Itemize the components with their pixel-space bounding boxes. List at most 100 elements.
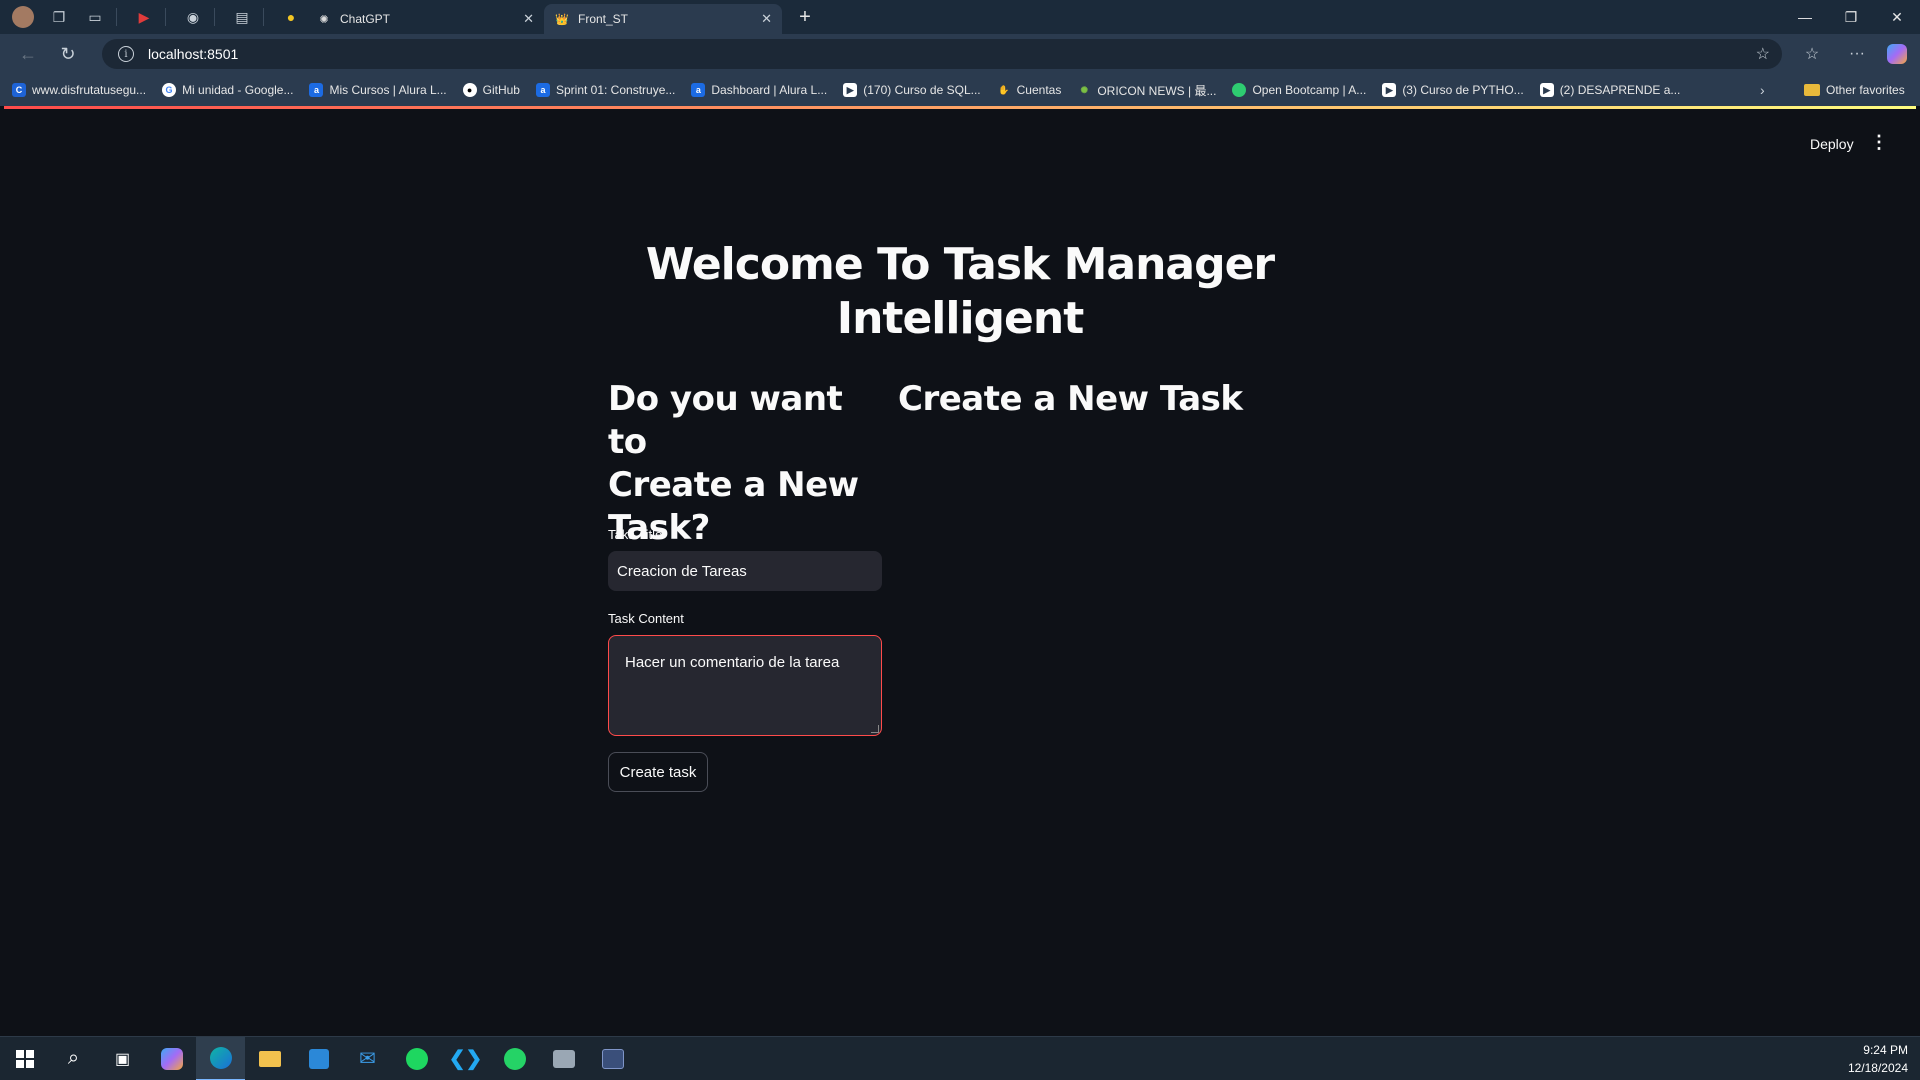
youtube-icon: ▶ <box>1539 83 1554 97</box>
tab-front-st[interactable]: 👑 Front_ST ✕ <box>544 4 782 34</box>
tab-separator <box>214 8 215 26</box>
bookmark-label: (170) Curso de SQL... <box>863 83 981 97</box>
file-explorer-icon[interactable] <box>245 1037 294 1080</box>
alura-icon: a <box>535 83 550 97</box>
close-tab-icon[interactable]: ✕ <box>761 11 772 27</box>
tab-separator <box>116 8 117 26</box>
favorite-star-icon[interactable]: ☆ <box>1756 44 1770 64</box>
bookmark-label: www.disfrutatusegu... <box>32 83 147 97</box>
alura-icon: a <box>309 83 324 97</box>
openbootcamp-icon <box>1232 83 1247 97</box>
clock-time: 9:24 PM <box>1863 1043 1908 1057</box>
spotify-icon[interactable] <box>392 1037 441 1080</box>
copilot-icon[interactable] <box>1880 38 1914 70</box>
terminal-app-icon[interactable] <box>588 1037 637 1080</box>
bookmark-item[interactable]: Open Bootcamp | A... <box>1232 83 1366 97</box>
more-options-icon[interactable]: ··· <box>1840 38 1874 70</box>
hand-icon: ✋ <box>998 84 1010 95</box>
right-column-heading: Create a New Task <box>898 379 1243 419</box>
google-icon: G <box>162 83 177 97</box>
header-decoration-bar <box>4 106 1916 109</box>
url-text[interactable]: localhost:8501 <box>148 46 238 62</box>
bookmark-label: Mi unidad - Google... <box>182 83 294 97</box>
whatsapp-icon[interactable] <box>490 1037 539 1080</box>
left-heading-line-1: Do you want to <box>608 379 843 462</box>
close-window-button[interactable]: ✕ <box>1874 0 1920 34</box>
folder-icon <box>1804 84 1820 96</box>
workspaces-icon[interactable]: ❐ <box>44 3 74 31</box>
bookmark-item[interactable]: ▶ (2) DESAPRENDE a... <box>1539 83 1680 97</box>
bookmark-item[interactable]: Cwww.disfrutatusegu... <box>12 83 146 97</box>
pinned-tab-github-icon[interactable]: ◉ <box>178 3 208 31</box>
bookmark-item[interactable]: ● GitHub <box>462 83 520 97</box>
other-favorites-label: Other favorites <box>1826 83 1905 97</box>
profile-avatar-icon[interactable] <box>8 3 38 31</box>
chatgpt-icon: ✺ <box>319 13 329 26</box>
bookmark-label: Dashboard | Alura L... <box>711 83 828 97</box>
mail-icon[interactable]: ✉ <box>343 1037 392 1080</box>
pinned-tab-emoji-icon[interactable]: ● <box>276 3 306 31</box>
system-clock[interactable]: 9:24 PM 12/18/2024 <box>1848 1041 1908 1077</box>
copilot-taskbar-icon[interactable] <box>147 1037 196 1080</box>
address-bar[interactable]: i localhost:8501 ☆ <box>102 39 1782 69</box>
bookmark-item[interactable]: G Mi unidad - Google... <box>162 83 293 97</box>
page-title: Welcome To Task Manager Intelligent <box>0 238 1920 346</box>
resize-handle-icon[interactable] <box>871 725 879 733</box>
tab-separator <box>165 8 166 26</box>
chevron-right-icon[interactable]: › <box>1760 82 1765 98</box>
clock-date: 12/18/2024 <box>1847 1061 1908 1075</box>
create-task-button[interactable]: Create task <box>608 752 708 792</box>
bookmarks-bar: Cwww.disfrutatusegu... G Mi unidad - Goog… <box>0 74 1920 106</box>
tab-separator <box>263 8 264 26</box>
back-button[interactable]: ← <box>8 38 48 70</box>
site-info-icon[interactable]: i <box>118 46 134 62</box>
minimize-button[interactable]: — <box>1782 0 1828 34</box>
task-view-icon[interactable]: ▣ <box>98 1037 147 1080</box>
left-column-heading: Do you want to Create a New Task? <box>608 378 888 550</box>
pinned-tab-youtube-icon[interactable]: ▶ <box>129 3 159 31</box>
app-window-icon[interactable] <box>539 1037 588 1080</box>
bookmark-label: Open Bootcamp | A... <box>1252 83 1367 97</box>
page-title-line-1: Welcome To Task Manager <box>645 239 1275 290</box>
windows-start-icon[interactable] <box>0 1037 49 1080</box>
main-menu-icon[interactable]: ⋮ <box>1870 132 1888 153</box>
task-content-text: Hacer un comentario de la tarea <box>625 654 840 671</box>
bookmark-item[interactable]: ▶ (170) Curso de SQL... <box>843 83 981 97</box>
bookmark-label: (3) Curso de PYTHO... <box>1402 83 1524 97</box>
favorites-icon[interactable]: ☆ <box>1795 38 1829 70</box>
left-heading-line-2: Create a New <box>608 465 859 505</box>
refresh-button[interactable]: ↻ <box>48 38 88 70</box>
microsoft-store-icon[interactable] <box>294 1037 343 1080</box>
vertical-tabs-icon[interactable]: ▭ <box>80 3 110 31</box>
tab-title: Front_ST <box>578 12 629 26</box>
bookmark-item[interactable]: a Dashboard | Alura L... <box>691 83 827 97</box>
task-content-textarea[interactable]: Hacer un comentario de la tarea <box>608 635 882 736</box>
oricon-icon: ✺ <box>1080 84 1089 95</box>
bookmark-item[interactable]: a Mis Cursos | Alura L... <box>309 83 447 97</box>
vscode-icon[interactable]: ❮❯ <box>441 1037 490 1080</box>
tab-title: ChatGPT <box>340 12 391 26</box>
alura-icon: a <box>691 83 706 97</box>
bookmark-label: Sprint 01: Construye... <box>555 83 676 97</box>
bookmark-item[interactable]: ✋ Cuentas <box>997 83 1062 97</box>
github-icon: ● <box>462 83 477 97</box>
other-favorites-folder[interactable]: Other favorites <box>1804 83 1905 97</box>
bookmark-label: GitHub <box>482 83 520 97</box>
new-tab-button[interactable]: + <box>790 3 820 31</box>
task-content-label: Task Content <box>608 611 684 626</box>
bookmark-item[interactable]: ✺ ORICON NEWS | 最... <box>1077 82 1217 99</box>
bookmark-label: Cuentas <box>1016 83 1062 97</box>
bookmark-item[interactable]: a Sprint 01: Construye... <box>535 83 676 97</box>
restore-button[interactable]: ❐ <box>1828 0 1874 34</box>
bookmark-item[interactable]: ▶ (3) Curso de PYTHO... <box>1382 83 1524 97</box>
edge-browser-icon[interactable] <box>196 1036 245 1080</box>
deploy-button[interactable]: Deploy <box>1798 130 1866 158</box>
tab-chatgpt[interactable]: ✺ ChatGPT ✕ <box>306 4 544 34</box>
youtube-icon: ▶ <box>843 83 858 97</box>
pinned-tab-app-icon[interactable]: ▤ <box>227 3 257 31</box>
browser-tab-strip: ❐ ▭ ▶ ◉ ▤ ● ✺ ChatGPT ✕ 👑 Front_ST ✕ + —… <box>0 0 1920 34</box>
bookmark-label: Mis Cursos | Alura L... <box>329 83 447 97</box>
search-icon[interactable]: ⌕ <box>49 1037 98 1080</box>
close-tab-icon[interactable]: ✕ <box>523 11 534 27</box>
task-title-input[interactable]: Creacion de Tareas <box>608 551 882 591</box>
